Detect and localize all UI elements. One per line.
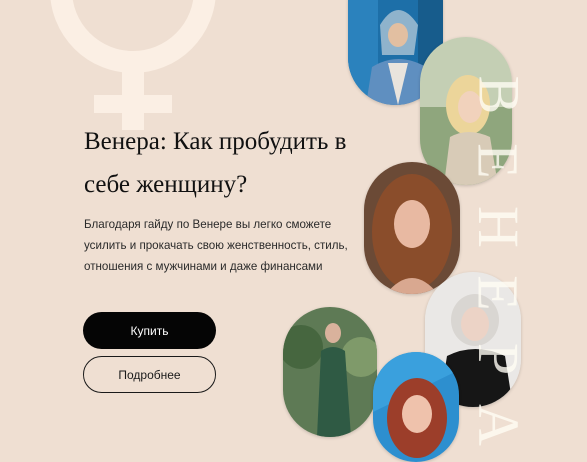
- vertical-letter: Е: [466, 275, 531, 311]
- vertical-letter: В: [466, 75, 531, 115]
- model-photo-green-dress: [283, 307, 377, 437]
- vertical-letter: А: [465, 404, 531, 446]
- buy-button[interactable]: Купить: [83, 312, 216, 349]
- model-photo-redhead: [373, 352, 459, 462]
- model-photo-brunette: [364, 162, 460, 294]
- vertical-letter: Н: [465, 206, 531, 248]
- more-button[interactable]: Подробнее: [83, 356, 216, 393]
- venus-symbol-icon: [50, 0, 216, 130]
- vertical-letter: Е: [466, 143, 531, 179]
- hero-description: Благодаря гайду по Венере вы легко сможе…: [84, 218, 348, 273]
- vertical-letter: Р: [465, 342, 531, 376]
- page-title: Венера: Как пробудить в себе женщину?: [84, 128, 347, 198]
- vertical-word-venus: В Е Н Е Р А: [465, 62, 531, 458]
